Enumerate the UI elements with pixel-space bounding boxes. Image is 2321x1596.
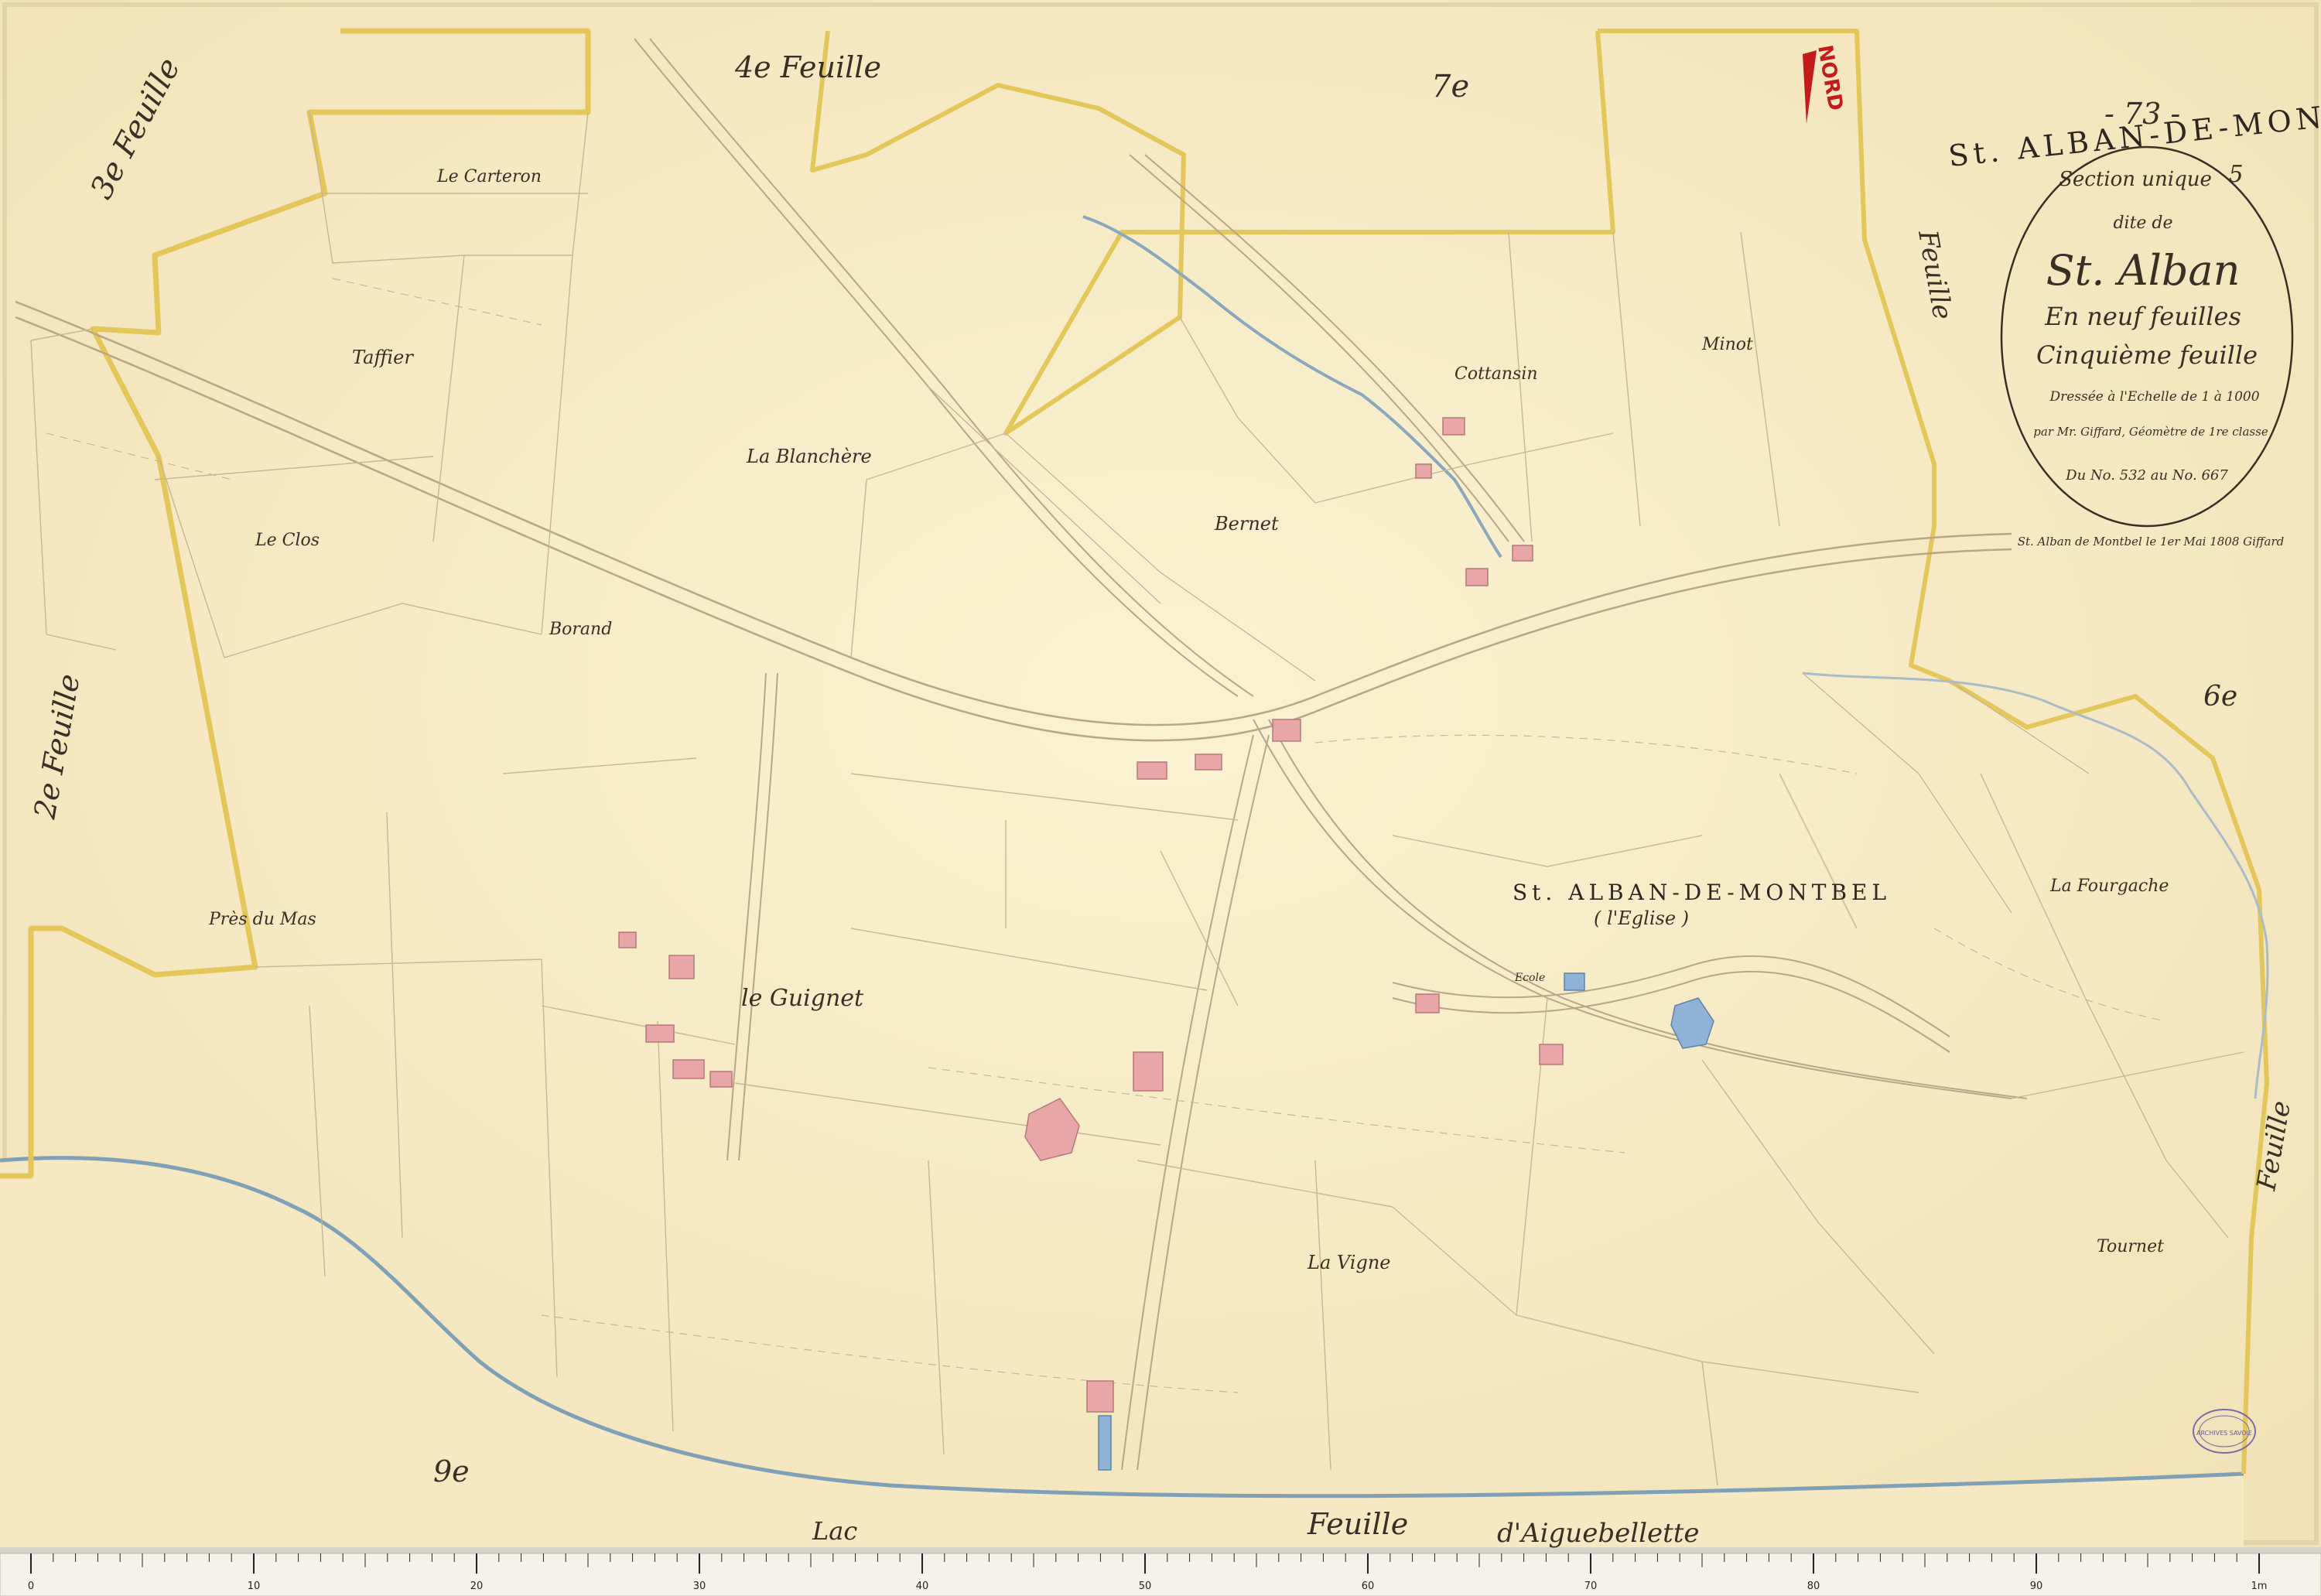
building xyxy=(668,955,695,979)
building xyxy=(1512,545,1533,562)
building xyxy=(1086,1380,1114,1413)
cartouche-section: Section unique xyxy=(2059,168,2212,191)
ruler-label: 50 xyxy=(1139,1581,1152,1592)
village-name: St. ALBAN-DE-MONTBEL xyxy=(1513,880,1891,905)
building xyxy=(1465,568,1489,586)
cartouche-numeros: Du No. 532 au No. 667 xyxy=(2065,467,2228,484)
ruler-label: 0 xyxy=(28,1581,34,1592)
measuring-ruler: 0 10 20 30 40 50 60 70 80 90 1m xyxy=(0,1553,2321,1596)
building xyxy=(1415,463,1432,479)
place-la-blanchere: La Blanchère xyxy=(746,446,872,467)
map-viewer: Le Carteron Taffier La Blanchère Le Clos… xyxy=(0,0,2321,1596)
ruler-label: 80 xyxy=(1807,1581,1820,1592)
place-taffier: Taffier xyxy=(352,347,414,368)
stamp-text: ARCHIVES SAVOIE xyxy=(2196,1430,2252,1437)
building xyxy=(1272,719,1301,742)
building xyxy=(1195,754,1222,771)
sheet-9-label: 9e xyxy=(433,1454,470,1488)
lane-strip xyxy=(1098,1415,1112,1471)
cartouche-echelle: Dressée à l'Echelle de 1 à 1000 xyxy=(2049,389,2259,405)
cadastral-map: Le Carteron Taffier La Blanchère Le Clos… xyxy=(0,0,2321,1596)
ruler-label: 70 xyxy=(1584,1581,1598,1592)
ecole-building xyxy=(1564,972,1585,991)
place-le-guignet: le Guignet xyxy=(741,985,864,1012)
ruler-label: 20 xyxy=(470,1581,484,1592)
building xyxy=(1415,993,1440,1013)
archive-stamp: ARCHIVES SAVOIE xyxy=(2193,1409,2256,1454)
ruler-label: 1m xyxy=(2251,1581,2268,1592)
cartouche-signature: St. Alban de Montbel le 1er Mai 1808 Gif… xyxy=(2018,535,2285,549)
cartouche-cinquieme: Cinquième feuille xyxy=(2036,340,2258,370)
place-le-carteron: Le Carteron xyxy=(436,167,542,186)
ruler-label: 30 xyxy=(693,1581,706,1592)
building xyxy=(618,931,637,948)
ruler-label: 10 xyxy=(248,1581,261,1592)
building xyxy=(1137,761,1167,780)
ruler-body xyxy=(0,1553,2321,1596)
lake-label: Lac xyxy=(812,1516,857,1546)
sheet-7-label: 7e xyxy=(1431,69,1469,104)
place-le-clos: Le Clos xyxy=(255,531,320,550)
building xyxy=(1539,1044,1564,1065)
place-la-vigne: La Vigne xyxy=(1307,1252,1390,1273)
cartouche-neuf-feuilles: En neuf feuilles xyxy=(2044,302,2241,331)
sheet-bottom-feuille: Feuille xyxy=(1307,1507,1408,1541)
ecole-label: Ecole xyxy=(1514,972,1545,984)
sheet-aiguebellette: d'Aiguebellette xyxy=(1497,1518,1700,1549)
place-cottansin: Cottansin xyxy=(1454,364,1538,384)
place-borand: Borand xyxy=(549,620,612,639)
cartouche-geometre: par Mr. Giffard, Géomètre de 1re classe xyxy=(2033,425,2268,439)
cartouche-name: St. Alban xyxy=(2046,246,2241,295)
ruler-label: 60 xyxy=(1362,1581,1375,1592)
place-bernet: Bernet xyxy=(1214,513,1279,535)
place-tournet: Tournet xyxy=(2097,1237,2164,1256)
cartouche-dite: dite de xyxy=(2113,214,2172,233)
cartouche-section-letter: 5 xyxy=(2228,161,2243,188)
building xyxy=(672,1059,705,1079)
ruler-label: 90 xyxy=(2030,1581,2043,1592)
building xyxy=(1442,417,1465,436)
sheet-6-label: 6e xyxy=(2203,681,2237,713)
place-pres-du-mas: Près du Mas xyxy=(208,910,316,929)
place-la-fourgache: La Fourgache xyxy=(2049,877,2169,896)
place-minot: Minot xyxy=(1701,335,1753,354)
building xyxy=(1133,1051,1164,1092)
building xyxy=(645,1024,675,1043)
ruler-label: 40 xyxy=(916,1581,929,1592)
sheet-4-label: 4e Feuille xyxy=(734,50,881,84)
village-subtitle: ( l'Eglise ) xyxy=(1594,907,1689,929)
building xyxy=(709,1071,733,1088)
